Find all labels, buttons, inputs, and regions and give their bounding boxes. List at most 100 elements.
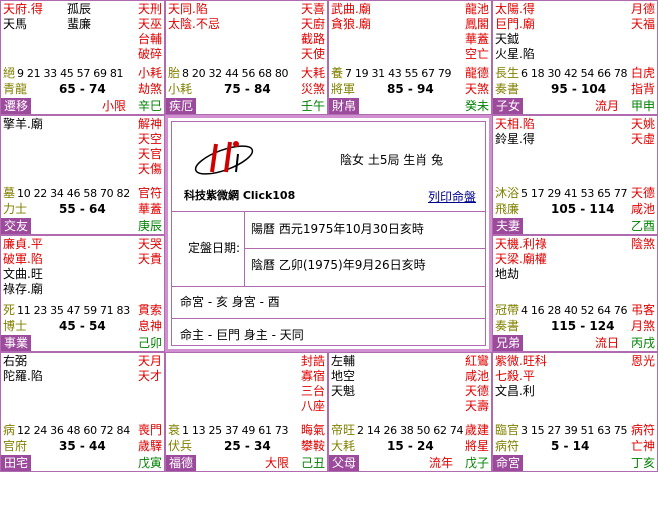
aux-star: 天虛 [630,132,655,146]
aux-star: 天德 [464,384,489,398]
main-star: 鈴星.得 [495,132,535,146]
palace-name: 福德 [166,455,197,471]
stem-branch: 丙戌 [630,336,655,350]
main-star: 右弼 [3,354,28,368]
general-star: 亡神 [630,439,655,453]
flow-marker: 流年 [428,456,453,470]
flow-marker: 大限 [264,456,289,470]
doctor-star: 大耗 [331,439,356,453]
general-star: 攀鞍 [300,439,325,453]
aux-star: 天哭 [137,237,162,251]
palace-cell-事業[interactable]: 廉貞.平 破軍.陷 文曲.旺 祿存.廟 天哭 天貴死 11 23 35 47 59 71 8… [0,235,165,352]
palace-name: 兄弟 [493,335,524,351]
palace-cell-兄弟[interactable]: 天機.利祿 天梁.廟權 地劫 陰煞 冠帶 4 16 28 40 52 64 76 弔客 奏書 1… [492,235,658,352]
decade-range: 55 - 64 [59,202,106,216]
life-stage: 長生 [495,66,520,80]
logo-caption: 科技紫微網 Click108 [184,189,296,202]
main-star: 天鉞 [495,32,520,46]
palace-cell-福德[interactable]: 封誥 寡宿 三台 八座衰 1 13 25 37 49 61 73 晦氣 伏兵 25 - 34 攀… [165,352,328,472]
main-star: 太陽.得 [495,2,535,16]
year-star: 天德 [630,186,655,200]
palace-name: 父母 [329,455,360,471]
aux-star: 台輔 [137,32,162,46]
decade-range: 25 - 34 [224,439,271,453]
age-numbers: 11 23 35 47 59 71 83 [17,304,130,317]
life-stage: 養 [331,66,344,80]
palace-cell-父母[interactable]: 左輔 地空 天魁 紅鸞 咸池 天德 天壽 帝旺 2 14 26 38 50 62 74 歲建 大耗 1… [328,352,492,472]
life-stage: 胎 [168,66,181,80]
year-star: 大耗 [300,66,325,80]
aux-star: 龍池 [464,2,489,16]
decade-range: 105 - 114 [551,202,615,216]
palace-name: 夫妻 [493,218,524,234]
decade-range: 115 - 124 [551,319,615,333]
aux-star: 天空 [137,132,162,146]
stem-branch: 甲申 [630,99,655,113]
main-star: 火星.陷 [495,47,535,61]
palace-cell-命宮[interactable]: 紫微.旺科 七殺.平 文昌.利 恩光 臨官 3 15 27 39 51 63 75 病符 病符… [492,352,658,472]
main-star: 天馬 [3,17,28,31]
age-numbers: 8 20 32 44 56 68 80 [182,67,289,80]
age-numbers: 12 24 36 48 60 72 84 [17,424,130,437]
palace-cell-交友[interactable]: 擎羊.廟 解神 天空 天官 天傷墓 10 22 34 46 58 70 82 官符 力士 55 … [0,115,165,235]
palace-cell-遷移[interactable]: 天府.得 天馬 孤辰 蜚廉 天刑 天巫 台輔 破碎絕 9 21 33 45 57 69 81 小耗… [0,0,165,115]
aux-star: 華蓋 [464,32,489,46]
life-stage: 冠帶 [495,303,520,317]
year-star: 官符 [137,186,162,200]
palace-cell-財帛[interactable]: 武曲.廟 貪狼.廟 龍池 鳳閣 華蓋 空亡養 7 19 31 43 55 67 79 龍德 將軍… [328,0,492,115]
year-star: 晦氣 [300,423,325,437]
doctor-star: 飛廉 [495,202,520,216]
life-stage: 病 [3,423,16,437]
doctor-star: 博士 [3,319,28,333]
main-star: 天魁 [331,384,356,398]
aux-star: 天廚 [300,17,325,31]
aux-star: 天福 [630,17,655,31]
print-chart-link[interactable]: 列印命盤 [428,190,476,205]
general-star: 息神 [137,319,162,333]
year-star: 病符 [630,423,655,437]
flow-marker: 小限 [101,99,126,113]
stem-branch: 己丑 [300,456,325,470]
life-stage: 帝旺 [331,423,356,437]
aux-star: 天姚 [630,117,655,131]
aux-star: 八座 [300,399,325,413]
date-values: 陽曆 西元1975年10月30日亥時 陰曆 乙卯(1975)年9月26日亥時 [244,212,485,286]
flow-marker: 流月 [594,99,619,113]
year-star: 小耗 [137,66,162,80]
stem-branch: 癸未 [464,99,489,113]
main-star: 陀羅.陷 [3,369,43,383]
main-star: 左輔 [331,354,356,368]
stem-branch: 己卯 [137,336,162,350]
age-numbers: 9 21 33 45 57 69 81 [17,67,124,80]
decade-range: 95 - 104 [551,82,607,96]
main-star: 太陰.不忌 [168,17,220,31]
ming-shen-palace: 命宮 - 亥 身宮 - 酉 [180,295,280,309]
age-numbers: 2 14 26 38 50 62 74 [357,424,464,437]
aux-star: 鳳閣 [464,17,489,31]
stem-branch: 戊子 [464,456,489,470]
age-numbers: 5 17 29 41 53 65 77 [521,187,628,200]
age-numbers: 4 16 28 40 52 64 76 [521,304,628,317]
aux-star: 天刑 [137,2,162,16]
palace-cell-疾厄[interactable]: 天同.陷 太陰.不忌 天喜 天廚 截路 天使胎 8 20 32 44 56 68 80 大耗小… [165,0,328,115]
palace-cell-子女[interactable]: 太陽.得 巨門.廟 天鉞 火星.陷 月德 天福 長生 6 18 30 42 54 66 78 白… [492,0,658,115]
palace-cell-夫妻[interactable]: 天相.陷 鈴星.得 天姚 天虛 沐浴 5 17 29 41 53 65 77 天德 飛廉 105… [492,115,658,235]
date-label: 定盤日期: [188,241,241,255]
aux-star: 月德 [630,2,655,16]
aux-star: 寡宿 [300,369,325,383]
doctor-star: 官府 [3,439,28,453]
aux-star: 截路 [300,32,325,46]
palace-name: 命宮 [493,455,524,471]
aux-star: 天壽 [464,399,489,413]
lunar-date: 陰曆 乙卯(1975)年9月26日亥時 [251,258,426,272]
stem-branch: 辛巳 [137,99,162,113]
palace-cell-田宅[interactable]: 右弼 陀羅.陷 天月 天才病 12 24 36 48 60 72 84 喪門 官府 35 - … [0,352,165,472]
life-stage: 臨官 [495,423,520,437]
decade-range: 85 - 94 [387,82,434,96]
year-star: 白虎 [630,66,655,80]
life-stage: 衰 [168,423,181,437]
decade-range: 75 - 84 [224,82,271,96]
main-star: 擎羊.廟 [3,117,43,131]
palace-name: 交友 [1,218,32,234]
main-star: 天相.陷 [495,117,535,131]
